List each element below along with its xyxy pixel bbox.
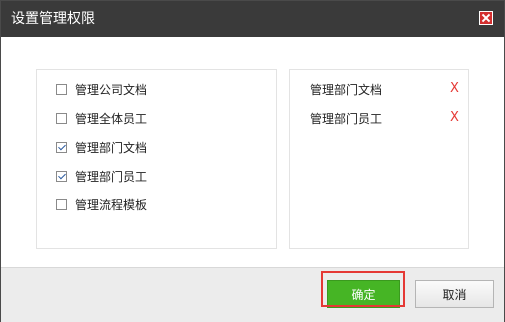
dialog-title: 设置管理权限: [11, 11, 95, 27]
checkbox[interactable]: [56, 199, 67, 210]
option-label: 管理流程模板: [75, 198, 148, 212]
option-label: 管理部门文档: [75, 141, 148, 155]
remove-icon[interactable]: X: [450, 81, 459, 97]
checkbox[interactable]: [56, 84, 67, 95]
option-row[interactable]: 管理部门文档: [37, 135, 276, 161]
permission-dialog: 设置管理权限 管理公司文档 管理全体员工 管理部门文档 管理部门员工 管理流程模…: [0, 0, 505, 322]
option-label: 管理公司文档: [75, 83, 148, 97]
checkbox-checked[interactable]: [56, 142, 67, 153]
close-icon[interactable]: [479, 11, 493, 25]
option-row[interactable]: 管理流程模板: [37, 192, 276, 218]
cancel-button[interactable]: 取消: [415, 280, 494, 308]
selected-item: 管理部门员工 X: [290, 106, 468, 132]
selected-panel: 管理部门文档 X 管理部门员工 X: [289, 69, 469, 249]
dialog-titlebar: 设置管理权限: [1, 1, 504, 37]
option-row[interactable]: 管理全体员工: [37, 106, 276, 132]
options-panel: 管理公司文档 管理全体员工 管理部门文档 管理部门员工 管理流程模板: [36, 69, 277, 249]
remove-icon[interactable]: X: [450, 110, 459, 126]
selected-label: 管理部门文档: [310, 83, 383, 97]
selected-label: 管理部门员工: [310, 112, 383, 126]
option-row[interactable]: 管理部门员工: [37, 164, 276, 190]
selected-item: 管理部门文档 X: [290, 77, 468, 103]
dialog-footer: 确定 取消: [1, 267, 504, 322]
option-label: 管理部门员工: [75, 170, 148, 184]
checkbox[interactable]: [56, 113, 67, 124]
checkbox-checked[interactable]: [56, 171, 67, 182]
ok-button-highlight: [321, 271, 405, 307]
option-label: 管理全体员工: [75, 112, 148, 126]
option-row[interactable]: 管理公司文档: [37, 77, 276, 103]
